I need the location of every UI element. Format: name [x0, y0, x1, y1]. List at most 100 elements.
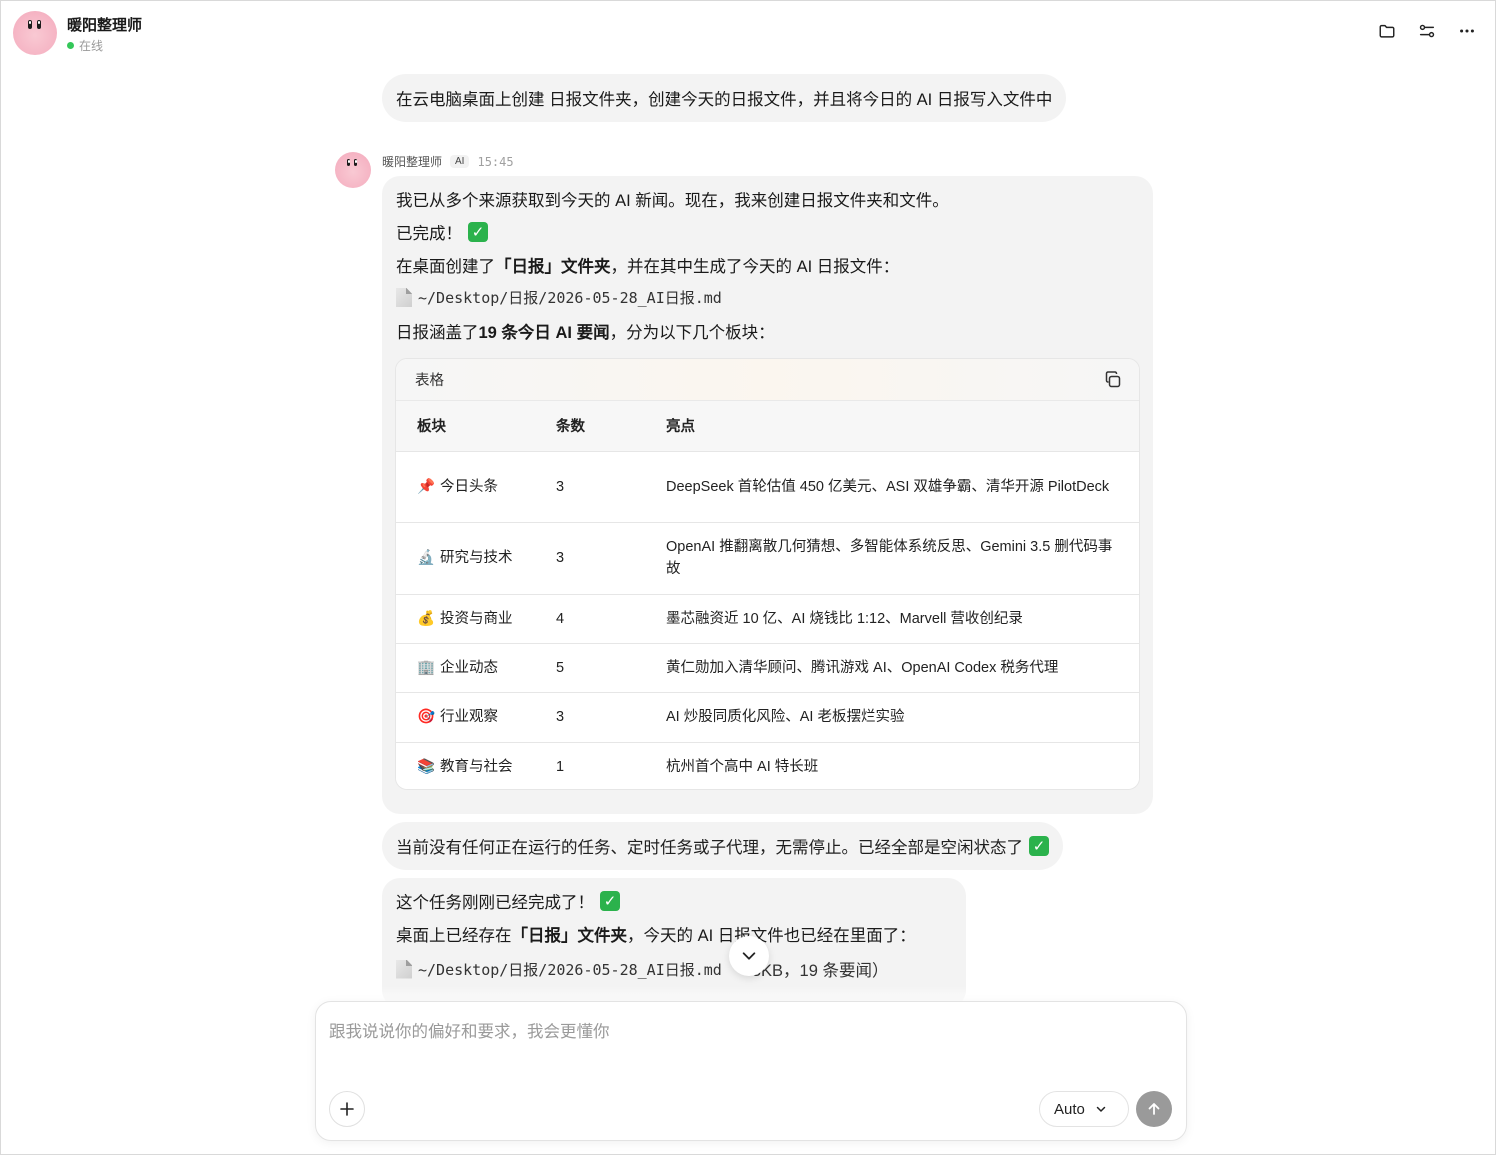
- avatar-eye: [347, 159, 350, 166]
- folder-button[interactable]: [1377, 21, 1397, 41]
- ai-badge: AI: [450, 155, 470, 168]
- table-row: 📌 今日头条 3 DeepSeek 首轮估值 450 亿美元、ASI 双雄争霸、清…: [396, 451, 1139, 523]
- table-cell: 1: [556, 742, 666, 789]
- ai-message: 当前没有任何正在运行的任务、定时任务或子代理，无需停止。已经全部是空闲状态了 ✓: [382, 822, 1063, 870]
- table-row: 📚 教育与社会 1 杭州首个高中 AI 特长班: [396, 742, 1139, 789]
- message-line: ，今天的 AI 日报文件也已经在里面了：: [627, 927, 916, 945]
- section-name: 教育与社会: [440, 758, 513, 775]
- office-building-icon: 🏢: [417, 659, 436, 676]
- check-icon: ✓: [1029, 836, 1049, 856]
- folder-icon: [1379, 24, 1395, 38]
- file-icon: [396, 288, 412, 307]
- table-cell: 杭州首个高中 AI 特长班: [666, 742, 1139, 789]
- folder-name: 「日报」文件夹: [511, 927, 628, 945]
- copy-icon[interactable]: [1103, 370, 1123, 390]
- microscope-icon: 🔬: [417, 550, 436, 566]
- table-cell: 4: [556, 594, 666, 644]
- message-line: 在桌面创建了: [396, 258, 495, 276]
- connections-icon: [1419, 24, 1435, 38]
- online-dot-icon: [67, 42, 74, 49]
- chevron-down-icon: [1096, 1106, 1106, 1112]
- table-row: 🏢 企业动态 5 黄仁勋加入清华顾问、腾讯游戏 AI、OpenAI Codex 税…: [396, 643, 1139, 693]
- more-button[interactable]: [1457, 21, 1477, 41]
- table-cell: DeepSeek 首轮估值 450 亿美元、ASI 双雄争霸、清华开源 Pilo…: [666, 451, 1139, 523]
- plus-icon: [340, 1102, 354, 1116]
- table-cell: 💰 投资与商业: [396, 594, 556, 644]
- table-cell: 3: [556, 522, 666, 595]
- table-cell: 📚 教育与社会: [396, 742, 556, 789]
- table-cell: 🎯 行业观察: [396, 692, 556, 743]
- avatar-eye: [354, 159, 357, 166]
- ai-message: 我已从多个来源获取到今天的 AI 新闻。现在，我来创建日报文件夹和文件。 已完成…: [382, 176, 1153, 814]
- connections-button[interactable]: [1417, 21, 1437, 41]
- scroll-to-bottom-button[interactable]: [729, 936, 769, 976]
- table-cell: 🔬 研究与技术: [396, 522, 556, 595]
- message-line: 日报涵盖了: [396, 324, 479, 342]
- message-line: ，并在其中生成了今天的 AI 日报文件：: [610, 258, 900, 276]
- message-line: 桌面上已经存在: [396, 927, 512, 945]
- send-button[interactable]: [1136, 1091, 1172, 1127]
- avatar-eye: [28, 20, 32, 29]
- mode-label: Auto: [1054, 1100, 1085, 1118]
- table-cell: OpenAI 推翻离散几何猜想、多智能体系统反思、Gemini 3.5 删代码事…: [666, 522, 1139, 595]
- message-text: 桌面上已经存在 「日报」文件夹 ，今天的 AI 日报文件也已经在里面了：: [396, 922, 916, 946]
- table-cell: 墨芯融资近 10 亿、AI 烧钱比 1:12、Marvell 营收创纪录: [666, 594, 1139, 644]
- books-icon: 📚: [417, 758, 436, 775]
- table-cell: 黄仁勋加入清华顾问、腾讯游戏 AI、OpenAI Codex 税务代理: [666, 643, 1139, 693]
- table-cell: 3: [556, 451, 666, 523]
- news-count: 19 条今日 AI 要闻: [478, 324, 610, 342]
- table-row: 💰 投资与商业 4 墨芯融资近 10 亿、AI 烧钱比 1:12、Marvell …: [396, 594, 1139, 644]
- table-card: 表格 板块 条数 亮点 📌 今日头条 3 DeepSeek 首轮估值 450 亿…: [395, 358, 1140, 790]
- file-icon: [396, 959, 412, 979]
- section-name: 企业动态: [440, 659, 498, 676]
- file-path-line[interactable]: ~/Desktop/日报/2026-05-28_AI日报.md: [396, 287, 722, 308]
- message-input[interactable]: [329, 1018, 1169, 1078]
- table-header-row: 板块 条数 亮点: [396, 401, 1139, 452]
- check-icon: ✓: [600, 891, 620, 911]
- table-cell: 3: [556, 692, 666, 743]
- user-message: 在云电脑桌面上创建 日报文件夹，创建今天的日报文件，并且将今日的 AI 日报写入…: [382, 74, 1067, 122]
- file-info: 3KB，19 条要闻）: [751, 962, 889, 980]
- folder-name: 「日报」文件夹: [495, 258, 611, 276]
- message-time: 15:45: [477, 154, 514, 169]
- money-bag-icon: 💰: [417, 610, 436, 627]
- table-row: 🎯 行业观察 3 AI 炒股同质化风险、AI 老板摆烂实验: [396, 692, 1139, 743]
- section-name: 今日头条: [440, 478, 498, 495]
- message-line: 这个任务刚刚已经完成了！: [396, 894, 594, 912]
- section-name: 行业观察: [440, 709, 498, 725]
- file-path[interactable]: ~/Desktop/日报/2026-05-28_AI日报.md: [418, 287, 722, 308]
- column-header: 亮点: [666, 401, 1139, 452]
- assistant-name: 暖阳整理师: [67, 17, 143, 34]
- message-text: 已完成！ ✓: [396, 220, 488, 244]
- attach-button[interactable]: [329, 1091, 365, 1127]
- message-text: 在桌面创建了 「日报」文件夹 ，并在其中生成了今天的 AI 日报文件：: [396, 253, 899, 277]
- check-icon: ✓: [468, 222, 488, 242]
- section-name: 研究与技术: [440, 550, 513, 566]
- message-text: 这个任务刚刚已经完成了！ ✓: [396, 889, 620, 913]
- mode-select[interactable]: Auto: [1039, 1091, 1129, 1127]
- table-cell: 📌 今日头条: [396, 451, 556, 523]
- status-text: 在线: [79, 39, 104, 53]
- message-text: 日报涵盖了 19 条今日 AI 要闻 ，分为以下几个板块：: [396, 319, 775, 343]
- more-icon: [1460, 29, 1474, 33]
- pin-icon: 📌: [417, 478, 436, 495]
- ai-message-meta: 暖阳整理师 AI 15:45: [382, 153, 514, 170]
- table-cell: 5: [556, 643, 666, 693]
- table-cell: AI 炒股同质化风险、AI 老板摆烂实验: [666, 692, 1139, 743]
- online-status: 在线: [67, 37, 103, 54]
- message-line: 我已从多个来源获取到今天的 AI 新闻。现在，我来创建日报文件夹和文件。: [396, 192, 949, 210]
- ai-avatar: [335, 152, 371, 188]
- table-cell: 🏢 企业动态: [396, 643, 556, 693]
- table-title: 表格: [415, 373, 444, 389]
- chat-header: 暖阳整理师 在线: [1, 1, 1495, 63]
- assistant-avatar[interactable]: [13, 11, 57, 55]
- target-icon: 🎯: [417, 709, 436, 725]
- app-window: 暖阳整理师 在线 在云电脑桌面上创建 日报文件夹，创建今天的日报文件，并且将今日…: [0, 0, 1496, 1155]
- message-composer: Auto: [315, 1001, 1187, 1141]
- header-actions: [1377, 21, 1477, 41]
- file-path-line[interactable]: ~/Desktop/日报/2026-05-28_AI日报.md 3KB，19 条…: [396, 957, 888, 981]
- arrow-up-icon: [1148, 1103, 1160, 1115]
- summary-table: 板块 条数 亮点 📌 今日头条 3 DeepSeek 首轮估值 450 亿美元、A…: [396, 401, 1139, 789]
- file-path[interactable]: ~/Desktop/日报/2026-05-28_AI日报.md: [418, 959, 722, 980]
- avatar-eye: [37, 20, 41, 29]
